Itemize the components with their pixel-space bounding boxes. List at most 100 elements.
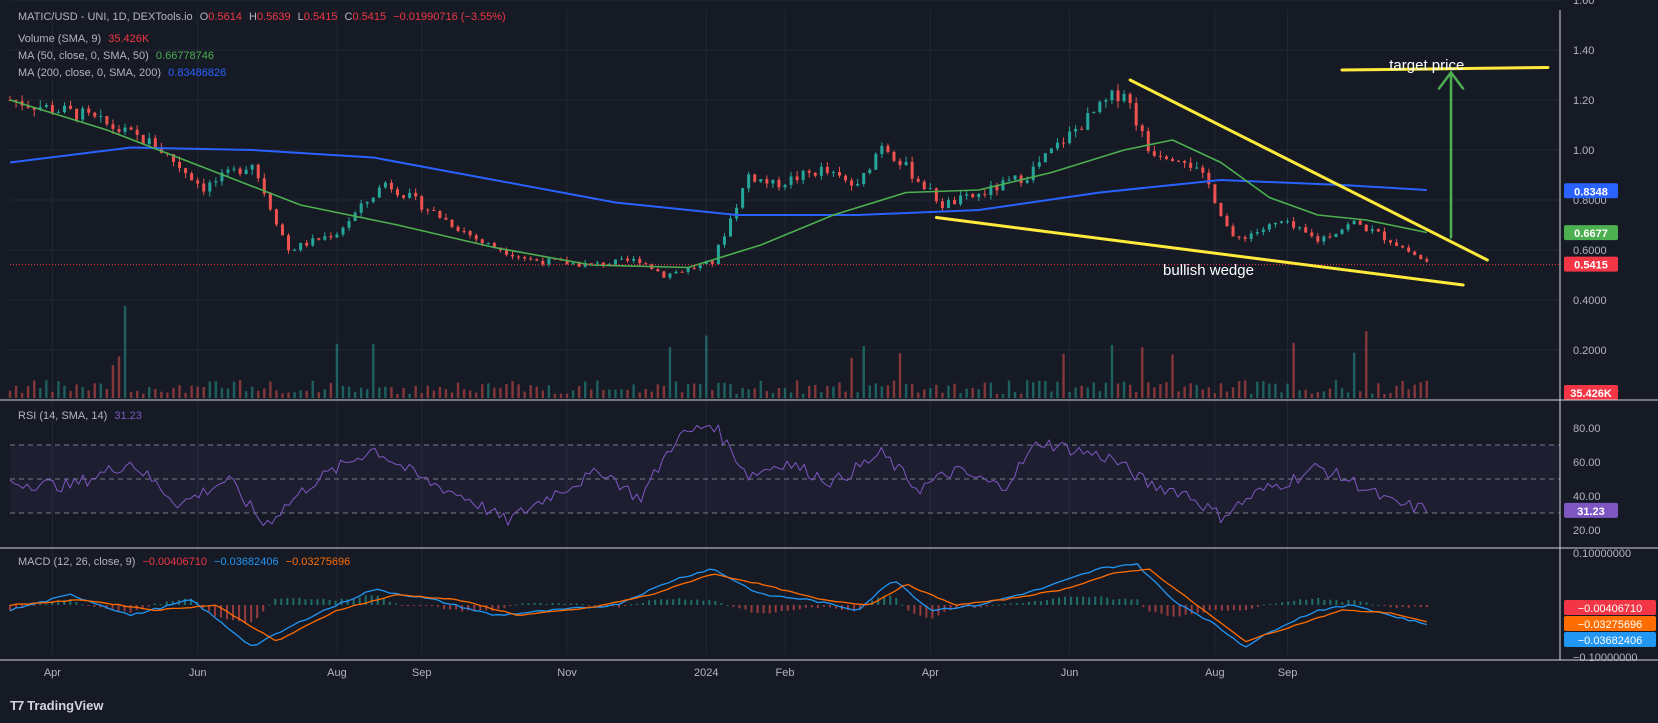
macd-hist-bar (262, 605, 265, 612)
candle-body (202, 183, 206, 192)
macd-hist-bar (726, 604, 729, 606)
candle-body (274, 209, 278, 225)
volume-bar (481, 384, 484, 398)
candle-body (1364, 224, 1368, 232)
macd-hist-bar (648, 600, 651, 605)
candle-body (371, 197, 375, 202)
volume-bar (33, 380, 36, 398)
volume-bar (1225, 391, 1229, 398)
chart-canvas[interactable]: bullish wedge target price 1.60 1.40 1.20 1.… (0, 0, 1658, 723)
candle-body (710, 260, 714, 265)
volume-bar (329, 382, 333, 398)
volume-bar (699, 383, 702, 398)
volume-bar (1219, 383, 1223, 398)
macd-signal-tag: −0.03275696 (1578, 619, 1643, 631)
volume-legend[interactable]: Volume (SMA, 9) 35.426K (18, 32, 149, 47)
candle-body (801, 170, 805, 180)
rsi-tag: 31.23 (1577, 506, 1605, 518)
candle-body (1255, 232, 1259, 234)
volume-bar (1401, 380, 1404, 398)
macd-hist-bar (274, 598, 277, 605)
macd-hist-bar (509, 605, 512, 606)
volume-bar (880, 386, 884, 398)
symbol-name[interactable]: MATIC/USD (18, 11, 78, 23)
volume-bar (1352, 352, 1356, 398)
volume-bar (1189, 383, 1192, 398)
volume-bar (935, 384, 938, 398)
candle-body (1376, 229, 1380, 232)
macd-hist-bar (1220, 605, 1223, 611)
tradingview-logo[interactable]: T7 TradingView (10, 698, 104, 713)
volume-bar (1383, 393, 1386, 398)
macd-hist-bar (1015, 602, 1018, 605)
macd-hist-bar (575, 603, 578, 605)
macd-line-tag: −0.03682406 (1578, 635, 1643, 647)
interval[interactable]: 1D (113, 11, 127, 23)
volume-bar (408, 393, 411, 398)
candle-body (232, 168, 236, 170)
volume-bar (1389, 393, 1392, 398)
candle-body (1183, 161, 1187, 163)
candle-body (1074, 128, 1078, 132)
volume-bar (123, 306, 127, 398)
macd-hist-bar (521, 603, 524, 605)
candle-body (1286, 221, 1290, 223)
macd-hist-bar (792, 605, 795, 611)
macd-hist-bar (919, 605, 922, 616)
volume-bar (717, 382, 720, 398)
candle-body (256, 164, 260, 179)
macd-hist-bar (1094, 596, 1097, 605)
volume-bar (366, 389, 369, 398)
ma200-legend[interactable]: MA (200, close, 0, SMA, 200) 0.83486826 (18, 66, 226, 81)
volume-bar (1092, 382, 1095, 398)
ma50-legend[interactable]: MA (50, close, 0, SMA, 50) 0.66778746 (18, 49, 214, 64)
rsi-legend[interactable]: RSI (14, SMA, 14) 31.23 (18, 409, 142, 424)
candle-body (299, 242, 303, 250)
macd-hist-bar (816, 605, 819, 609)
time-tick-label: Sep (1278, 667, 1298, 679)
macd-hist-bar (328, 599, 331, 605)
macd-hist-bar (244, 605, 247, 623)
wedge-upper-line (1128, 78, 1489, 262)
macd-hist-bar (889, 595, 892, 605)
macd-hist-bar (732, 605, 735, 607)
volume-bar (1068, 391, 1071, 398)
candle-body (1195, 167, 1199, 169)
macd-legend[interactable]: MACD (12, 26, close, 9) −0.00406710 −0.0… (18, 555, 350, 570)
macd-hist-bar (810, 605, 813, 608)
candle-body (450, 219, 454, 227)
macd-hist-bar (690, 600, 693, 605)
volume-bar (317, 392, 320, 398)
candle-body (656, 269, 660, 272)
volume-bar (178, 385, 181, 398)
volume-bar (559, 393, 563, 398)
volume-bar (1419, 382, 1422, 398)
macd-hist-bar (1142, 605, 1145, 608)
price-tick-label: 1.40 (1573, 45, 1594, 57)
macd-hist-bar (1082, 596, 1085, 605)
macd-hist-bar (232, 605, 235, 621)
volume-bar (577, 386, 581, 398)
candle-body (662, 271, 666, 278)
candle-body (874, 153, 878, 170)
macd-hist-bar (895, 597, 898, 605)
macd-hist-bar (1009, 603, 1012, 605)
volume-bar (426, 385, 429, 398)
candle-body (420, 196, 424, 210)
volume-bar (378, 387, 381, 398)
macd-hist-bar (1365, 602, 1368, 605)
volume-bar (8, 390, 12, 398)
candle-body (517, 256, 521, 258)
macd-line-value: −0.03682406 (214, 556, 279, 568)
volume-bar (1147, 382, 1150, 398)
macd-hist-bar (702, 600, 705, 605)
candle-body (1219, 203, 1223, 216)
macd-hist-bar (684, 599, 687, 605)
candle-body (1407, 247, 1411, 252)
volume-bar (287, 392, 290, 398)
macd-hist-bar (117, 605, 120, 612)
volume-bar (1237, 381, 1241, 398)
macd-hist-bar (768, 605, 771, 614)
volume-bar (1310, 393, 1313, 398)
macd-hist-bar (1154, 605, 1157, 613)
